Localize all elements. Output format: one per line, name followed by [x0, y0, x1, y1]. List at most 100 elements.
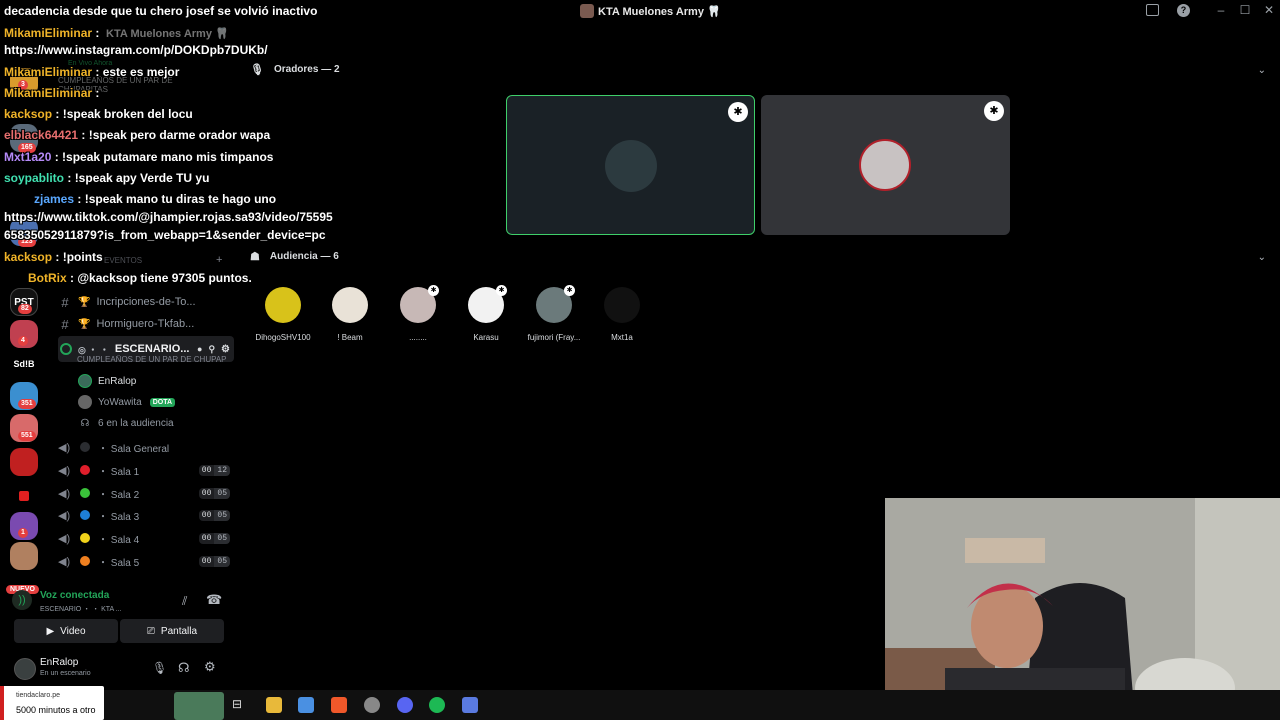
chevron-down-icon[interactable]: ⌄: [1258, 252, 1266, 263]
task-view-icon[interactable]: ⊟: [232, 697, 248, 713]
voice-channel-item[interactable]: ◀) ・ Sala 3 00 05: [58, 505, 234, 525]
chat-message: elblack64421 : !speak pero darme orador …: [4, 128, 271, 142]
minimize-button[interactable]: –: [1212, 3, 1230, 19]
user-count: 00 05: [198, 555, 230, 567]
mention-badge: 351: [18, 399, 36, 409]
chevron-down-icon[interactable]: ⌄: [1258, 65, 1266, 76]
voice-user[interactable]: YoWawita DOTA: [78, 393, 176, 411]
stream-title: decadencia desde que tu chero josef se v…: [4, 4, 318, 18]
voice-user-name: EnRalop: [98, 375, 137, 387]
close-button[interactable]: ✕: [1260, 3, 1278, 19]
camera-icon: ▶: [46, 625, 55, 637]
avatar: [78, 374, 92, 388]
hash-icon: #: [61, 316, 69, 332]
audience-count[interactable]: ☊ 6 en la audiencia: [78, 414, 174, 432]
user-settings-icon[interactable]: ⚙: [204, 659, 216, 675]
speaker-avatar: [605, 140, 657, 192]
speaker-icon: ◀): [58, 441, 71, 454]
discord-icon[interactable]: [397, 697, 413, 713]
signal-icon[interactable]: )): [12, 590, 32, 610]
noise-suppression-icon[interactable]: ⫽: [182, 594, 187, 609]
spotify-icon[interactable]: [429, 697, 445, 713]
voice-user[interactable]: EnRalop: [78, 372, 136, 390]
voice-user-name: YoWawita: [98, 396, 142, 408]
audience-member[interactable]: ! Beam: [315, 287, 385, 342]
settings-icon[interactable]: ⚙: [221, 344, 230, 355]
brave-icon[interactable]: [331, 697, 347, 713]
audience-count-label: 6 en la audiencia: [98, 417, 174, 429]
toast-accent: [0, 686, 4, 720]
voice-channel-item[interactable]: ◀) ・ Sala 2 00 05: [58, 483, 234, 503]
trophy-icon: 🏆: [78, 318, 91, 330]
audience-name: fujimori (Fray...: [527, 333, 581, 342]
voice-channel-item[interactable]: ◀) ・ Sala General: [58, 437, 234, 457]
screen-share-button[interactable]: ⎚ Pantalla: [120, 619, 224, 643]
moderator-icon: ✱: [428, 285, 439, 296]
voice-status: Voz conectada: [40, 590, 110, 601]
audience-member[interactable]: ✱ ........: [383, 285, 453, 342]
moderator-icon: ✱: [984, 101, 1004, 121]
user-count: 00 05: [198, 532, 230, 544]
speaker-tile[interactable]: ✱: [506, 95, 755, 235]
maximize-button[interactable]: ☐: [1236, 3, 1254, 19]
chat-message: 65835052911879?is_from_webapp=1&sender_d…: [4, 228, 326, 242]
voice-channel-item[interactable]: ◀) ・ Sala 4 00 05: [58, 528, 234, 548]
avatar: ✱: [536, 285, 575, 323]
stage-name: ESCENARIO...: [114, 343, 190, 355]
chat-message: MikamiEliminar : este es mejor: [4, 65, 180, 79]
screen-icon: ⎚: [146, 625, 155, 637]
inbox-icon[interactable]: [1146, 4, 1159, 16]
help-icon[interactable]: ?: [1177, 4, 1190, 17]
audience-member[interactable]: ✱ Karasu: [451, 285, 521, 342]
moderator-icon: ✱: [564, 285, 575, 296]
invite-icon[interactable]: ⚲: [208, 344, 215, 355]
user-panel: EnRalop En un escenario 🎙 ☊ ⚙: [6, 650, 232, 690]
speaker-icon: ◀): [58, 487, 71, 500]
trophy-icon: 🏆: [78, 296, 91, 308]
avatar[interactable]: [14, 658, 36, 680]
voice-channel-item[interactable]: ◀) ・ Sala 1 00 12: [58, 460, 234, 480]
server-icon-sdb[interactable]: Sd!B: [10, 350, 38, 378]
audience-member[interactable]: Mxt1a: [587, 287, 657, 342]
voice-channel-label: ・ Sala 1: [98, 466, 140, 478]
voice-channel-label: ・ Sala 2: [98, 489, 140, 501]
server-icon[interactable]: [10, 542, 38, 570]
mention-badge: 1: [18, 528, 28, 538]
speaker-tile[interactable]: ✱: [761, 95, 1010, 235]
color-dot: [80, 533, 90, 543]
user-count: 00 12: [198, 464, 230, 476]
voice-channel-label: ・ Sala 5: [98, 557, 140, 569]
taskbar: ⊟: [0, 690, 1280, 720]
activity-badge: DOTA: [149, 397, 176, 407]
audience-member[interactable]: DihogoSHV100: [248, 287, 318, 342]
color-dot: [80, 465, 90, 475]
user-count: 00 05: [198, 487, 230, 499]
file-explorer-icon[interactable]: [266, 697, 282, 713]
stage-subtitle: CUMPLEAÑOS DE UN PAR DE CHUPAPI...: [77, 355, 227, 364]
app-icon[interactable]: [364, 697, 380, 713]
headphones-icon[interactable]: ☊: [178, 660, 190, 676]
chat-icon[interactable]: ●: [197, 344, 202, 354]
webcam-feed: [885, 498, 1280, 720]
microphone-icon[interactable]: 🎙: [152, 661, 167, 675]
notification-toast[interactable]: tiendaclaro.pe 5000 minutos a otro: [0, 686, 104, 720]
weather-widget-icon[interactable]: [174, 692, 224, 720]
video-button[interactable]: ▶ Video: [14, 619, 118, 643]
server-icon[interactable]: [10, 448, 38, 476]
app-icon[interactable]: [462, 697, 478, 713]
stage-prefix-icon: ◎ ・ ・: [78, 344, 109, 355]
user-count: 00 05: [198, 509, 230, 521]
voice-channel-item[interactable]: ◀) ・ Sala 5 00 05: [58, 551, 234, 571]
audience-name: DihogoSHV100: [255, 333, 311, 342]
channel-item[interactable]: # 🏆 Incripciones-de-To...: [58, 292, 234, 312]
chat-message: kacksop : !speak broken del locu: [4, 107, 193, 121]
avatar: [265, 287, 301, 323]
store-icon[interactable]: [298, 697, 314, 713]
disconnect-icon[interactable]: ☎: [206, 592, 222, 608]
voice-location[interactable]: ESCENARIO ・ ・ KTA ...: [40, 604, 122, 614]
audience-member[interactable]: ✱ fujimori (Fray...: [519, 285, 589, 342]
channel-item[interactable]: # 🏆 Hormiguero-Tkfab...: [58, 314, 234, 334]
color-dot: [80, 510, 90, 520]
youtube-server-icon[interactable]: [10, 482, 38, 510]
speaker-icon: ◀): [58, 509, 71, 522]
